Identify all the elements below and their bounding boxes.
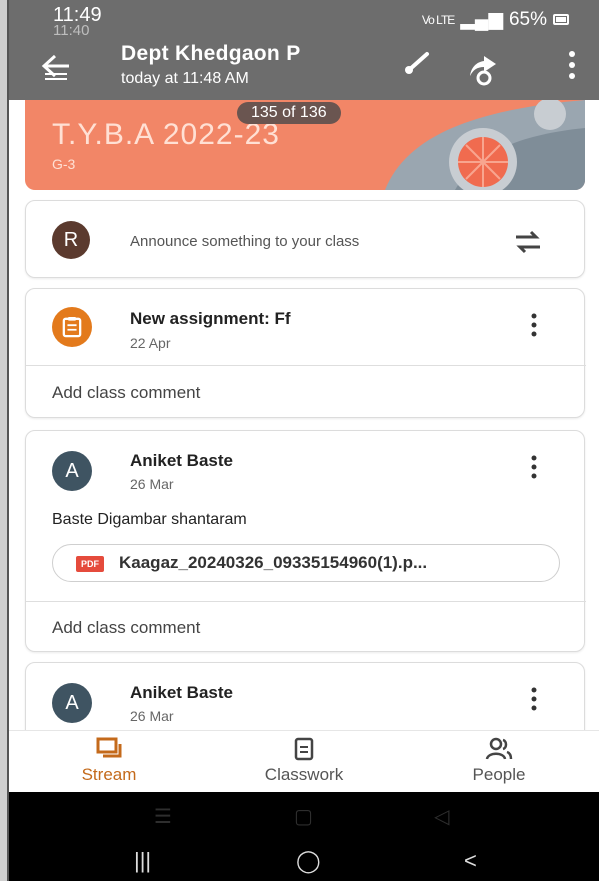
avatar: A [52,451,92,491]
pdf-attachment[interactable]: PDF Kaagaz_20240326_09335154960(1).p... [52,544,560,582]
nav-classwork[interactable]: Classwork [229,737,379,785]
top-app-bar: 11:49 11:40 Vo LTE ▂▄▆ 65% Dept Khedgaon… [9,0,599,100]
post-header: Dept Khedgaon P today at 11:48 AM [121,42,301,88]
nav-people-label: People [472,765,526,784]
banner-illustration [345,100,585,190]
home-button[interactable]: ◯ [296,848,321,874]
pdf-icon: PDF [76,556,104,572]
phone-screen: 11:49 11:40 Vo LTE ▂▄▆ 65% Dept Khedgaon… [0,0,599,881]
avatar: R [52,221,90,259]
announce-input[interactable]: Announce something to your class [130,233,359,250]
assignment-card[interactable]: New assignment: Ff 22 Apr Add class comm… [25,288,586,418]
status-time: 11:49 11:40 [53,5,102,39]
status-clock-ghost: 11:40 [53,22,90,39]
photo-edge [0,0,9,881]
assignment-icon [52,307,92,347]
post-card[interactable]: A Aniket Baste 26 Mar [25,662,585,730]
recents-button[interactable]: ||| [134,848,151,874]
post-card[interactable]: A Aniket Baste 26 Mar Baste Digambar sha… [25,430,586,652]
status-indicators: Vo LTE ▂▄▆ 65% [422,8,569,31]
ghost-back-icon: ◁ [434,806,450,828]
ghost-home-icon: ▢ [294,806,313,828]
more-options-icon[interactable] [530,687,538,711]
nav-classwork-label: Classwork [264,765,344,784]
bottom-navigation: Stream Classwork People [9,730,599,792]
announce-card[interactable]: R Announce something to your class [25,200,585,278]
stream-content[interactable]: T.Y.B.A 2022-23 G-3 135 of 136 R Announc… [9,100,599,730]
stream-icon [96,737,122,758]
post-body: Baste Digambar shantaram [52,511,247,528]
divider [26,601,586,602]
system-navigation-bar: ☰ ▢ ◁ ||| ◯ < [9,792,599,881]
assignment-date: 22 Apr [130,335,171,351]
nav-people[interactable]: People [424,737,574,785]
page-subtitle: today at 11:48 AM [121,70,249,87]
back-arrow-icon[interactable] [39,52,73,82]
post-date: 26 Mar [130,708,174,724]
back-button[interactable]: < [464,848,477,874]
attachment-name: Kaagaz_20240326_09335154960(1).p... [119,553,428,572]
signal-icon: ▂▄▆ [460,9,503,30]
battery-icon [553,14,569,25]
assignment-title[interactable]: New assignment: Ff [130,309,291,329]
more-options-icon[interactable] [567,50,577,80]
add-comment-link[interactable]: Add class comment [52,618,200,638]
class-section: G-3 [52,156,76,172]
divider [26,365,586,366]
battery-text: 65% [508,8,547,30]
post-author: Aniket Baste [130,683,233,702]
more-options-icon[interactable] [530,455,538,479]
ghost-recents-icon: ☰ [154,806,172,828]
classwork-icon [294,737,314,761]
network-label: Vo LTE [421,12,455,27]
share-icon[interactable] [464,50,504,86]
avatar: A [52,683,92,723]
post-date: 26 Mar [130,476,174,492]
more-options-icon[interactable] [530,313,538,337]
nav-stream[interactable]: Stream [34,737,184,785]
nav-stream-label: Stream [81,765,137,784]
add-comment-link[interactable]: Add class comment [52,383,200,403]
post-author: Aniket Baste [130,451,233,470]
repost-icon[interactable] [512,227,544,257]
page-title: Dept Khedgaon P [121,42,301,65]
people-icon [485,737,513,760]
image-counter: 135 of 136 [237,102,341,124]
brush-icon[interactable] [401,48,437,76]
